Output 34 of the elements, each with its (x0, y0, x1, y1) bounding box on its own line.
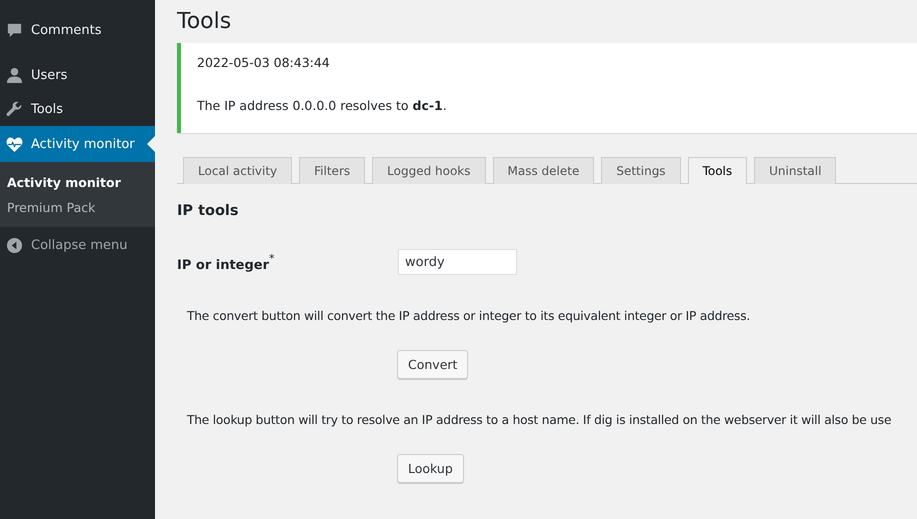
help-text: The lookup button will try to resolve an IP address to a host name. If dig is installed on the webserver it will also be use (187, 413, 892, 427)
help-text: The convert button will convert the IP address or integer to its equivalent integer or IP address. (187, 309, 752, 323)
ip-input-field[interactable]: wordy (398, 249, 517, 275)
lookup-button[interactable]: Lookup (397, 454, 464, 483)
required-mark: * (269, 252, 275, 264)
menu-item[interactable]: Comments (0, 13, 155, 47)
submenu-item[interactable]: Activity monitor (0, 170, 155, 195)
menu-item[interactable]: Users (0, 58, 155, 92)
submenu-item[interactable]: Premium Pack (0, 195, 155, 220)
speech-bubble-icon (6, 22, 23, 38)
tab[interactable]: Settings (601, 157, 681, 184)
section-heading: IP tools (177, 203, 240, 219)
menu-item[interactable]: Activity monitor (0, 126, 155, 162)
menu-item[interactable]: Tools (0, 92, 155, 126)
collapse-menu-button[interactable]: Collapse menu (0, 228, 155, 262)
menu-label: Tools (31, 102, 64, 116)
tab[interactable]: Uninstall (754, 157, 836, 184)
convert-button[interactable]: Convert (397, 350, 468, 379)
page-title: Tools (177, 9, 232, 34)
menu-label: Users (31, 68, 68, 82)
tab[interactable]: Filters (299, 157, 366, 184)
tab[interactable]: Tools (688, 157, 748, 184)
person-icon (6, 66, 23, 84)
field-label: IP or integer (177, 258, 270, 272)
tab[interactable]: Local activity (183, 157, 292, 184)
menu-label: Collapse menu (31, 238, 128, 252)
notice-message: The IP address 0.0.0.0 resolves to dc-1. (197, 98, 448, 113)
tab[interactable]: Logged hooks (372, 157, 486, 184)
wrench-icon (6, 100, 23, 118)
menu-label: Activity monitor (31, 136, 135, 152)
notice-timestamp: 2022-05-03 08:43:44 (197, 55, 331, 70)
menu-label: Comments (31, 22, 102, 38)
heart-pulse-icon (6, 136, 23, 152)
tab[interactable]: Mass delete (492, 157, 594, 184)
